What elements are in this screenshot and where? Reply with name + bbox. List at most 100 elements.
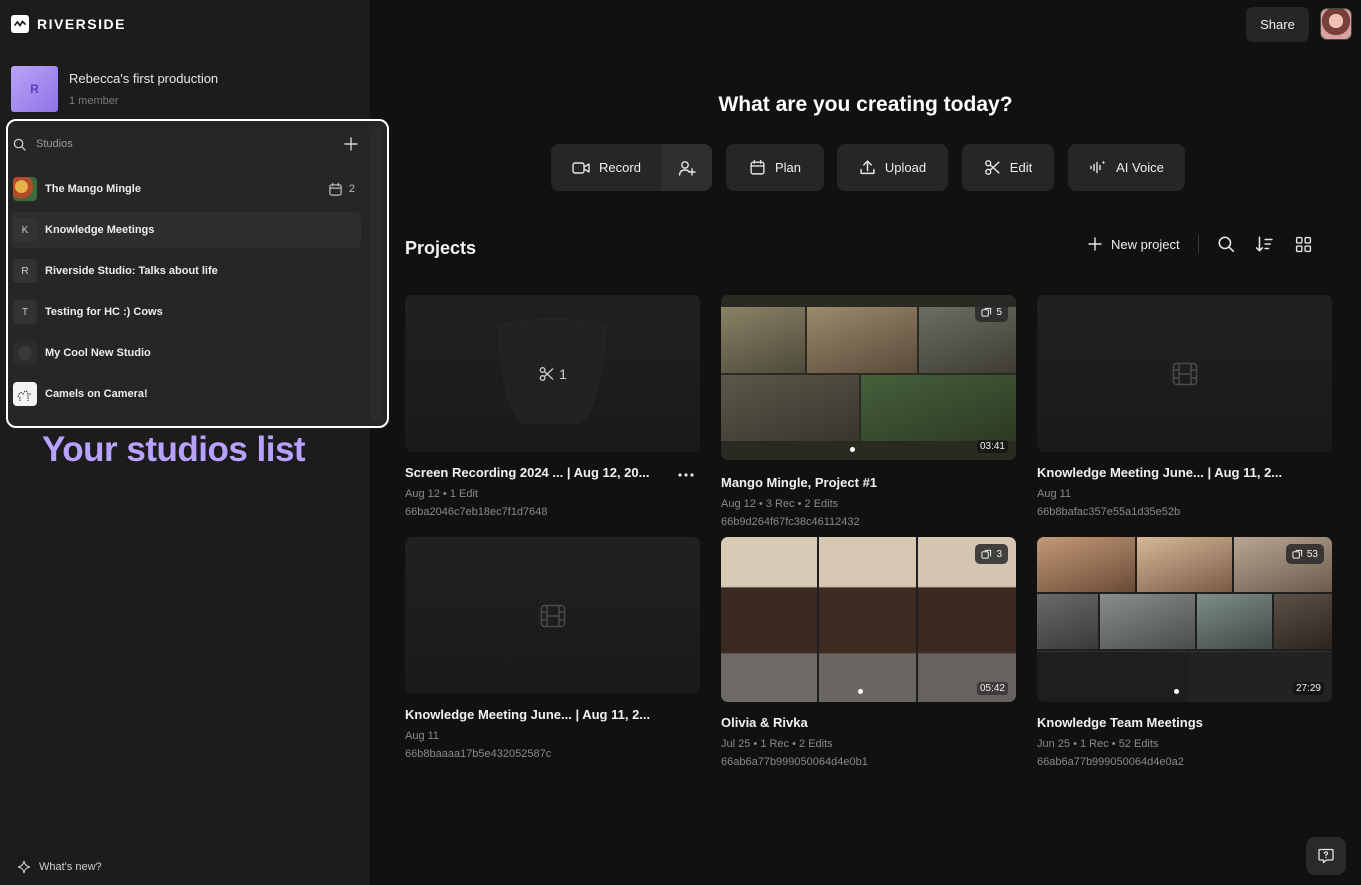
studio-name: My Cool New Studio (45, 347, 151, 359)
project-id: 66ba2046c7eb18ec7f1d7648 (405, 506, 548, 518)
sidebar: RIVERSIDE R Rebecca's first production 1… (0, 0, 389, 885)
project-thumbnail[interactable] (405, 537, 700, 694)
hero-title: What are you creating today? (718, 93, 1013, 116)
studio-item-riverside-studio[interactable]: R Riverside Studio: Talks about life (11, 253, 361, 289)
studio-item-testing-for-hc[interactable]: T Testing for HC :) Cows (11, 294, 361, 330)
copy-icon (981, 307, 992, 318)
project-card[interactable]: 3 05:42 Olivia & Rivka Jul 25 • 1 Rec • … (721, 537, 1016, 768)
recordings-count: 53 (1306, 548, 1318, 560)
ai-voice-waveform-icon (1089, 159, 1107, 176)
upload-label: Upload (884, 160, 927, 175)
edit-count: 1 (538, 366, 567, 382)
project-card[interactable]: 5 03:41 Mango Mingle, Project #1 Aug 12 … (721, 295, 1016, 528)
project-id: 66b8baaaa17b5e432052587c (405, 748, 552, 760)
help-chat-icon (1317, 847, 1335, 865)
add-studio-icon[interactable] (344, 137, 358, 151)
scissors-icon (538, 366, 554, 382)
studio-item-camels-on-camera[interactable]: Camels on Camera! (11, 376, 361, 412)
project-meta: Aug 11 (405, 730, 440, 742)
copy-icon (1292, 549, 1303, 560)
calendar-icon (328, 182, 343, 197)
recordings-count: 5 (996, 306, 1002, 318)
record-button[interactable]: Record (551, 144, 662, 191)
project-card[interactable]: Knowledge Meeting June... | Aug 11, 2...… (405, 537, 700, 760)
studio-letter-icon: R (13, 259, 37, 283)
duration-label: 27:29 (1292, 682, 1324, 695)
copy-icon (981, 549, 992, 560)
studio-item-mango-mingle[interactable]: The Mango Mingle 2 (11, 171, 361, 207)
video-camera-icon (572, 161, 590, 175)
plan-label: Plan (774, 160, 802, 175)
project-thumbnail[interactable]: 5 03:41 (721, 295, 1016, 460)
duration-label: 03:41 (976, 440, 1008, 453)
recordings-badge: 53 (1285, 544, 1324, 564)
studio-letter-icon: K (13, 218, 37, 242)
user-avatar[interactable] (1320, 8, 1352, 40)
sort-icon[interactable] (1255, 235, 1273, 253)
project-meta: Jul 25 • 1 Rec • 2 Edits (721, 738, 833, 750)
project-card[interactable]: 1 Screen Recording 2024 ... | Aug 12, 20… (405, 295, 700, 518)
new-project-button[interactable]: New project (1088, 237, 1180, 252)
grid-view-icon[interactable] (1295, 236, 1312, 253)
production-name: Rebecca's first production (69, 71, 219, 86)
search-icon[interactable] (1217, 235, 1235, 253)
project-card[interactable]: 53 27:29 Knowledge Team Meetings Jun 25 … (1037, 537, 1332, 768)
logo-wave-icon (11, 15, 29, 33)
film-icon (1172, 362, 1198, 386)
scheduled-count: 2 (348, 183, 355, 195)
more-options-icon[interactable] (678, 473, 694, 477)
share-button[interactable]: Share (1246, 7, 1309, 42)
calendar-icon (749, 159, 766, 176)
studio-name: Camels on Camera! (45, 388, 148, 400)
recordings-badge: 5 (975, 302, 1008, 322)
project-card[interactable]: Knowledge Meeting June... | Aug 11, 2...… (1037, 295, 1332, 518)
annotation-label: Your studios list (42, 430, 306, 469)
recordings-badge: 3 (975, 544, 1008, 564)
project-thumbnail[interactable]: 3 05:42 (721, 537, 1016, 702)
riverside-logo[interactable]: RIVERSIDE (11, 15, 126, 33)
production-avatar: R (11, 66, 58, 112)
projects-title: Projects (405, 238, 477, 258)
project-title: Knowledge Meeting June... | Aug 11, 2... (1037, 465, 1283, 480)
project-thumbnail[interactable]: 1 (405, 295, 700, 452)
studios-scrollbar[interactable] (371, 127, 383, 421)
toolbar-divider (1197, 235, 1199, 253)
whats-new-link[interactable]: What's new? (17, 860, 102, 874)
upload-button[interactable]: Upload (837, 144, 948, 191)
project-thumbnail[interactable]: 53 27:29 (1037, 537, 1332, 702)
plan-button[interactable]: Plan (726, 144, 824, 191)
sparkle-icon (17, 860, 31, 874)
search-icon[interactable] (13, 138, 26, 151)
project-title: Screen Recording 2024 ... | Aug 12, 20..… (405, 465, 650, 480)
project-id: 66b9d264f67fc38c46112432 (721, 516, 860, 528)
production-switcher[interactable]: R Rebecca's first production 1 member (11, 66, 218, 112)
logo-text: RIVERSIDE (37, 16, 126, 32)
recordings-count: 3 (996, 548, 1002, 560)
projects-toolbar: New project (1088, 233, 1312, 255)
project-thumbnail[interactable] (1037, 295, 1332, 452)
studio-name: Testing for HC :) Cows (45, 306, 163, 318)
film-icon (540, 604, 566, 628)
studio-letter-icon: T (13, 300, 37, 324)
studio-name: Knowledge Meetings (45, 224, 155, 236)
project-meta: Aug 11 (1037, 488, 1072, 500)
whats-new-label: What's new? (39, 861, 102, 873)
studio-item-knowledge-meetings[interactable]: K Knowledge Meetings (11, 212, 361, 248)
project-title: Olivia & Rivka (721, 715, 808, 730)
studio-name: Riverside Studio: Talks about life (45, 265, 218, 277)
new-project-label: New project (1111, 236, 1180, 252)
invite-guest-button[interactable] (662, 144, 712, 191)
project-title: Knowledge Team Meetings (1037, 715, 1203, 730)
edit-count-value: 1 (559, 365, 567, 382)
project-id: 66ab6a77b999050064d4e0a2 (1037, 756, 1184, 768)
help-chat-button[interactable] (1306, 837, 1346, 875)
project-meta: Aug 12 • 1 Edit (405, 488, 478, 500)
edit-button[interactable]: Edit (962, 144, 1054, 191)
record-label: Record (599, 160, 641, 175)
page-indicator-dot (1174, 689, 1179, 694)
studio-item-my-cool-new-studio[interactable]: My Cool New Studio (11, 335, 361, 371)
ai-voice-button[interactable]: AI Voice (1068, 144, 1185, 191)
add-user-icon (678, 160, 696, 176)
studio-name: The Mango Mingle (45, 183, 141, 195)
scheduled-sessions[interactable]: 2 (328, 182, 355, 197)
